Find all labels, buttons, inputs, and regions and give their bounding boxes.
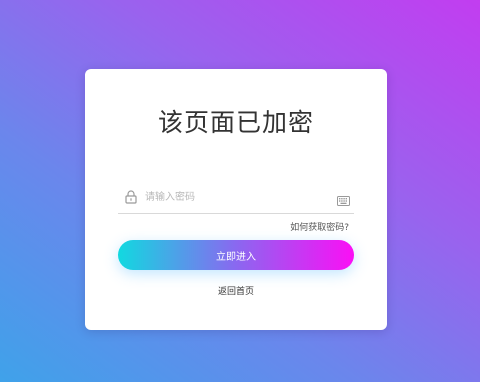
password-field — [118, 183, 354, 214]
password-card: 该页面已加密 如何获取密码? 立即进入 返回首页 — [85, 69, 387, 330]
password-input[interactable] — [145, 187, 325, 207]
back-home-link[interactable]: 返回首页 — [85, 286, 387, 298]
forgot-password-link[interactable]: 如何获取密码? — [290, 222, 349, 234]
keyboard-icon[interactable] — [337, 191, 350, 206]
enter-button[interactable]: 立即进入 — [118, 240, 354, 270]
lock-icon — [125, 189, 137, 204]
page-title: 该页面已加密 — [157, 108, 314, 137]
